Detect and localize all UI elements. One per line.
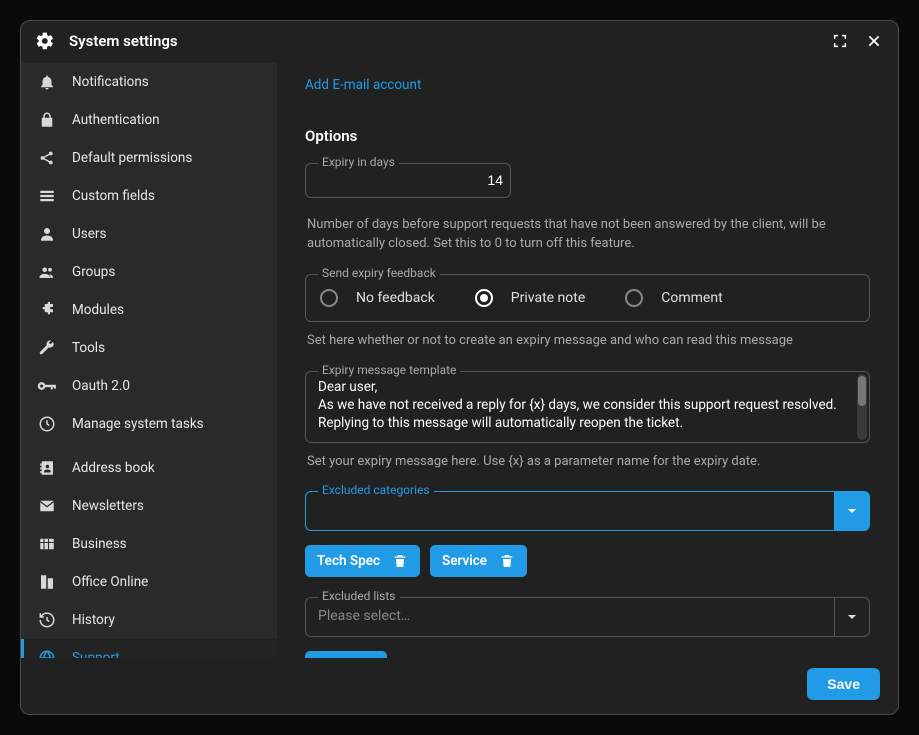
sidebar-item-office-online[interactable]: Office Online (21, 563, 277, 601)
sidebar-item-tools[interactable]: Tools (21, 329, 277, 367)
expiry-template-helper: Set your expiry message here. Use {x} as… (307, 453, 868, 472)
puzzle-icon (36, 299, 58, 321)
main-scroll[interactable]: Add E-mail account Options Expiry in day… (277, 63, 898, 658)
expiry-feedback-helper: Set here whether or not to create an exp… (307, 332, 868, 351)
expiry-days-helper: Number of days before support requests t… (307, 216, 868, 254)
fullscreen-button[interactable] (830, 31, 850, 51)
key-icon (36, 375, 58, 397)
expiry-days-field: Expiry in days (305, 163, 511, 198)
sidebar-item-label: Authentication (72, 112, 160, 128)
sidebar-item-modules[interactable]: Modules (21, 291, 277, 329)
sidebar-item-newsletters[interactable]: Newsletters (21, 487, 277, 525)
person-icon (36, 223, 58, 245)
excluded-categories-dropdown-button[interactable] (834, 491, 870, 531)
excluded-categories-combo[interactable]: Excluded categories (305, 491, 870, 531)
add-email-account-link[interactable]: Add E-mail account (305, 77, 870, 93)
excluded-lists-label: Excluded lists (318, 589, 400, 603)
sidebar-item-label: Manage system tasks (72, 416, 204, 432)
sidebar-item-label: Default permissions (72, 150, 192, 166)
main-panel: Add E-mail account Options Expiry in day… (277, 63, 898, 658)
sidebar-item-label: Address book (72, 460, 155, 476)
excluded-lists-chips: RMA (305, 651, 870, 658)
expiry-days-input[interactable] (318, 172, 503, 188)
radio-no-feedback[interactable]: No feedback (320, 289, 435, 307)
expiry-feedback-field: Send expiry feedback No feedbackPrivate … (305, 274, 870, 322)
globe-icon (36, 647, 58, 658)
sidebar-item-history[interactable]: History (21, 601, 277, 639)
expiry-template-field: Expiry message template (305, 371, 870, 443)
sidebar-item-label: Newsletters (72, 498, 144, 514)
chip-label: Service (442, 553, 487, 569)
radio-label: Comment (661, 290, 722, 306)
options-heading: Options (305, 127, 870, 145)
save-button[interactable]: Save (807, 668, 880, 700)
sidebar-item-oauth-2-0[interactable]: Oauth 2.0 (21, 367, 277, 405)
expiry-template-textarea[interactable] (318, 378, 857, 434)
sidebar-item-label: Business (72, 536, 127, 552)
radio-comment[interactable]: Comment (625, 289, 722, 307)
trash-icon[interactable] (499, 553, 515, 569)
window-title: System settings (69, 32, 816, 50)
textarea-scrollbar[interactable] (857, 374, 867, 440)
sidebar-item-support[interactable]: Support (21, 639, 277, 658)
expiry-feedback-label: Send expiry feedback (318, 266, 440, 280)
sidebar-item-manage-system-tasks[interactable]: Manage system tasks (21, 405, 277, 443)
excluded-categories-chips: Tech Spec Service (305, 545, 870, 577)
sidebar-item-label: Custom fields (72, 188, 155, 204)
grid-icon (36, 533, 58, 555)
bell-icon (36, 71, 58, 93)
radio-label: Private note (511, 290, 585, 306)
excluded-lists-placeholder: Please select… (318, 608, 410, 624)
gear-icon (35, 31, 55, 51)
radio-icon (625, 289, 643, 307)
sidebar-item-label: Support (72, 650, 120, 658)
chip-label: Tech Spec (317, 553, 380, 569)
expiry-template-label: Expiry message template (318, 363, 460, 377)
sidebar-item-label: Notifications (72, 74, 149, 90)
mail-icon (36, 495, 58, 517)
sidebar-item-business[interactable]: Business (21, 525, 277, 563)
excluded-categories-label: Excluded categories (318, 483, 434, 497)
lock-icon (36, 109, 58, 131)
expiry-feedback-radios: No feedback Private note Comment (320, 289, 855, 307)
sidebar-item-authentication[interactable]: Authentication (21, 101, 277, 139)
list-chip: RMA (305, 651, 387, 658)
expiry-days-label: Expiry in days (318, 155, 399, 169)
history-icon (36, 609, 58, 631)
sidebar-item-address-book[interactable]: Address book (21, 449, 277, 487)
sidebar-item-label: Groups (72, 264, 115, 280)
sidebar-item-users[interactable]: Users (21, 215, 277, 253)
sidebar-item-groups[interactable]: Groups (21, 253, 277, 291)
close-button[interactable] (864, 31, 884, 51)
category-chip: Service (430, 545, 527, 577)
list-icon (36, 185, 58, 207)
trash-icon[interactable] (392, 553, 408, 569)
sidebar-item-label: History (72, 612, 115, 628)
radio-private-note[interactable]: Private note (475, 289, 585, 307)
sidebar-item-label: Office Online (72, 574, 148, 590)
sidebar-item-label: Modules (72, 302, 124, 318)
clock-icon (36, 413, 58, 435)
category-chip: Tech Spec (305, 545, 420, 577)
footer: Save (21, 658, 898, 714)
excluded-lists-combo[interactable]: Excluded lists Please select… (305, 597, 870, 637)
sidebar-item-label: Tools (72, 340, 105, 356)
contacts-icon (36, 457, 58, 479)
sidebar[interactable]: Notifications Authentication Default permi… (21, 63, 277, 658)
sidebar-item-default-permissions[interactable]: Default permissions (21, 139, 277, 177)
sidebar-item-label: Oauth 2.0 (72, 378, 130, 394)
share-icon (36, 147, 58, 169)
sidebar-item-label: Users (72, 226, 106, 242)
settings-window: System settings Notifications Authenticat… (20, 20, 899, 715)
excluded-lists-dropdown-button[interactable] (834, 597, 870, 637)
radio-icon (475, 289, 493, 307)
sidebar-item-custom-fields[interactable]: Custom fields (21, 177, 277, 215)
titlebar: System settings (21, 21, 898, 63)
people-icon (36, 261, 58, 283)
radio-label: No feedback (356, 290, 435, 306)
office-icon (36, 571, 58, 593)
radio-icon (320, 289, 338, 307)
wrench-icon (36, 337, 58, 359)
sidebar-item-notifications[interactable]: Notifications (21, 63, 277, 101)
